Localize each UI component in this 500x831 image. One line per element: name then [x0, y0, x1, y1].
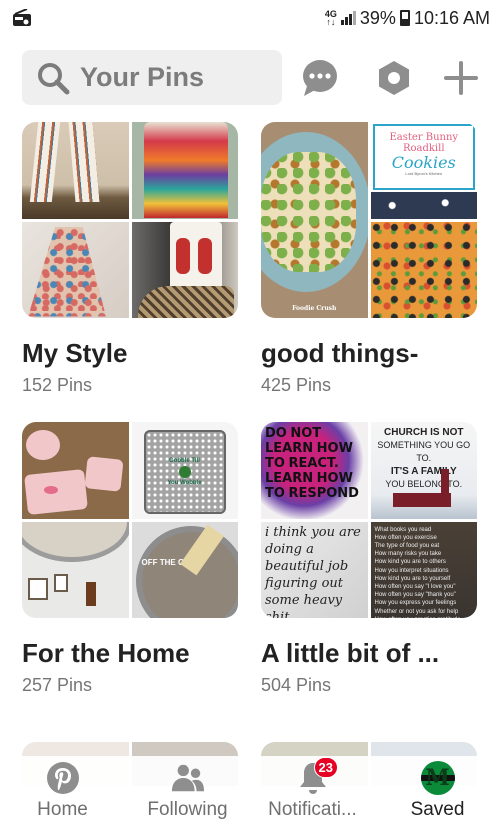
notification-badge: 23: [313, 757, 338, 778]
radio-icon: [13, 9, 31, 26]
profile-avatar: M: [420, 761, 455, 795]
pin-text: Easter Bunny: [389, 132, 459, 143]
pin-thumbnail: Gobble Till You Wobble: [131, 422, 238, 519]
status-bar: 4G ↑↓ 39% 10:16 AM: [0, 0, 500, 36]
pin-thumbnail: [22, 521, 129, 618]
pin-caption: Foodie Crush: [292, 305, 337, 312]
board-pin-count: 152 Pins: [22, 375, 93, 395]
pin-text-line: How you express your feelings: [374, 600, 457, 607]
board-for-the-home[interactable]: Gobble Till You Wobble OFF THE GRID For …: [22, 422, 238, 696]
signal-icon: [340, 11, 356, 25]
board-good-things[interactable]: Foodie Crush Easter Bunny Roadkill Cooki…: [261, 122, 477, 396]
pin-thumbnail: i think you are doing a beautiful job fi…: [261, 521, 368, 619]
pin-thumbnail: [131, 221, 238, 318]
nav-following[interactable]: Following: [125, 756, 250, 831]
pin-thumbnail: What books you read How often you exercis…: [370, 521, 477, 619]
pin-text: CHURCH IS NOT: [384, 427, 464, 438]
people-icon: [171, 764, 204, 792]
pin-text-line: How kind you are to others: [374, 559, 446, 566]
messages-button[interactable]: [300, 58, 340, 98]
search-icon: [38, 62, 70, 94]
pin-text-line: How often you say "thank you": [374, 592, 456, 599]
nav-notifications[interactable]: 23 Notificati...: [250, 756, 375, 831]
bottom-nav: Home Following 23 Notificati... M Saved: [0, 756, 500, 831]
pinterest-icon: [46, 762, 79, 794]
pin-thumbnail: DO NOT LEARN HOW TO REACT. LEARN HOW TO …: [261, 422, 368, 519]
pin-text-line: How kind you are to yourself: [374, 575, 451, 582]
board-title: My Style: [22, 338, 128, 368]
clock: 10:16 AM: [413, 7, 490, 28]
pin-text-line: The type of food you eat: [374, 542, 440, 549]
pin-text: Lord Byron's Kitchen: [405, 171, 443, 176]
pin-thumbnail: Easter Bunny Roadkill Cookies Lord Byron…: [370, 122, 477, 219]
board-title: For the Home: [22, 638, 190, 668]
messages-icon: [303, 60, 337, 96]
pin-thumbnail: CHURCH IS NOT SOMETHING YOU GO TO. IT'S …: [370, 422, 477, 519]
nav-label: Saved: [410, 799, 465, 820]
nav-home[interactable]: Home: [0, 756, 125, 831]
board-cover[interactable]: Gobble Till You Wobble OFF THE GRID: [22, 422, 238, 618]
nav-saved[interactable]: M Saved: [375, 756, 500, 831]
pin-text-line: What books you read: [374, 526, 432, 533]
pin-text-list: What books you read How often you exercis…: [375, 526, 476, 619]
pin-text: i think you are doing a beautiful job fi…: [265, 524, 361, 619]
pin-thumbnail: [22, 422, 129, 519]
pin-thumbnail: [131, 122, 238, 219]
add-icon: [444, 61, 478, 95]
pin-text-line: How you interpret situations: [374, 567, 449, 574]
battery-icon: [399, 10, 410, 26]
pin-text: You Wobble: [167, 480, 202, 486]
pin-thumbnail: [370, 221, 477, 318]
header: Your Pins: [0, 50, 500, 106]
pin-thumbnail: OFF THE GRID: [131, 521, 238, 618]
network-indicator: 4G ↑↓: [324, 9, 337, 27]
board-my-style[interactable]: My Style 152 Pins: [22, 122, 238, 396]
pin-text-line: How often you exercise: [374, 534, 437, 541]
board-cover[interactable]: DO NOT LEARN HOW TO REACT. LEARN HOW TO …: [261, 422, 477, 618]
battery-percent: 39%: [359, 7, 396, 28]
pin-thumbnail: [22, 221, 129, 318]
pin-text: SOMETHING YOU GO TO.: [377, 440, 471, 463]
pin-text-line: Whether or not you ask for help: [374, 608, 459, 615]
nav-label: Home: [37, 799, 88, 820]
pin-text-line: How many risks you take: [374, 551, 442, 558]
pin-text: Cookies: [391, 153, 456, 172]
pin-text-line: How often you say "I love you": [374, 583, 456, 590]
pin-text: IT'S A FAMILY: [390, 466, 457, 477]
board-cover[interactable]: [22, 122, 238, 318]
add-button[interactable]: [441, 58, 481, 98]
board-cover[interactable]: Foodie Crush Easter Bunny Roadkill Cooki…: [261, 122, 477, 318]
search-input[interactable]: Your Pins: [80, 62, 204, 93]
pin-text-line: How often you practice gratitude: [375, 616, 476, 618]
board-pin-count: 257 Pins: [22, 675, 93, 695]
board-title: good things-: [261, 338, 419, 368]
nav-label: Notificati...: [268, 799, 357, 820]
board-title: A little bit of ...: [261, 638, 440, 668]
board-a-little-bit-of[interactable]: DO NOT LEARN HOW TO REACT. LEARN HOW TO …: [261, 422, 477, 696]
pin-thumbnail: Foodie Crush: [261, 122, 368, 318]
board-pin-count: 504 Pins: [261, 675, 332, 695]
settings-icon: [379, 61, 409, 95]
board-pin-count: 425 Pins: [261, 375, 332, 395]
pin-text: Gobble Till: [169, 458, 200, 464]
pin-text: YOU BELONG TO.: [385, 479, 463, 489]
pin-text: DO NOT LEARN HOW TO REACT. LEARN HOW TO …: [265, 426, 359, 501]
search-bar[interactable]: Your Pins: [22, 50, 282, 105]
nav-label: Following: [147, 799, 228, 820]
pin-thumbnail: [22, 122, 129, 219]
settings-button[interactable]: [374, 58, 414, 98]
